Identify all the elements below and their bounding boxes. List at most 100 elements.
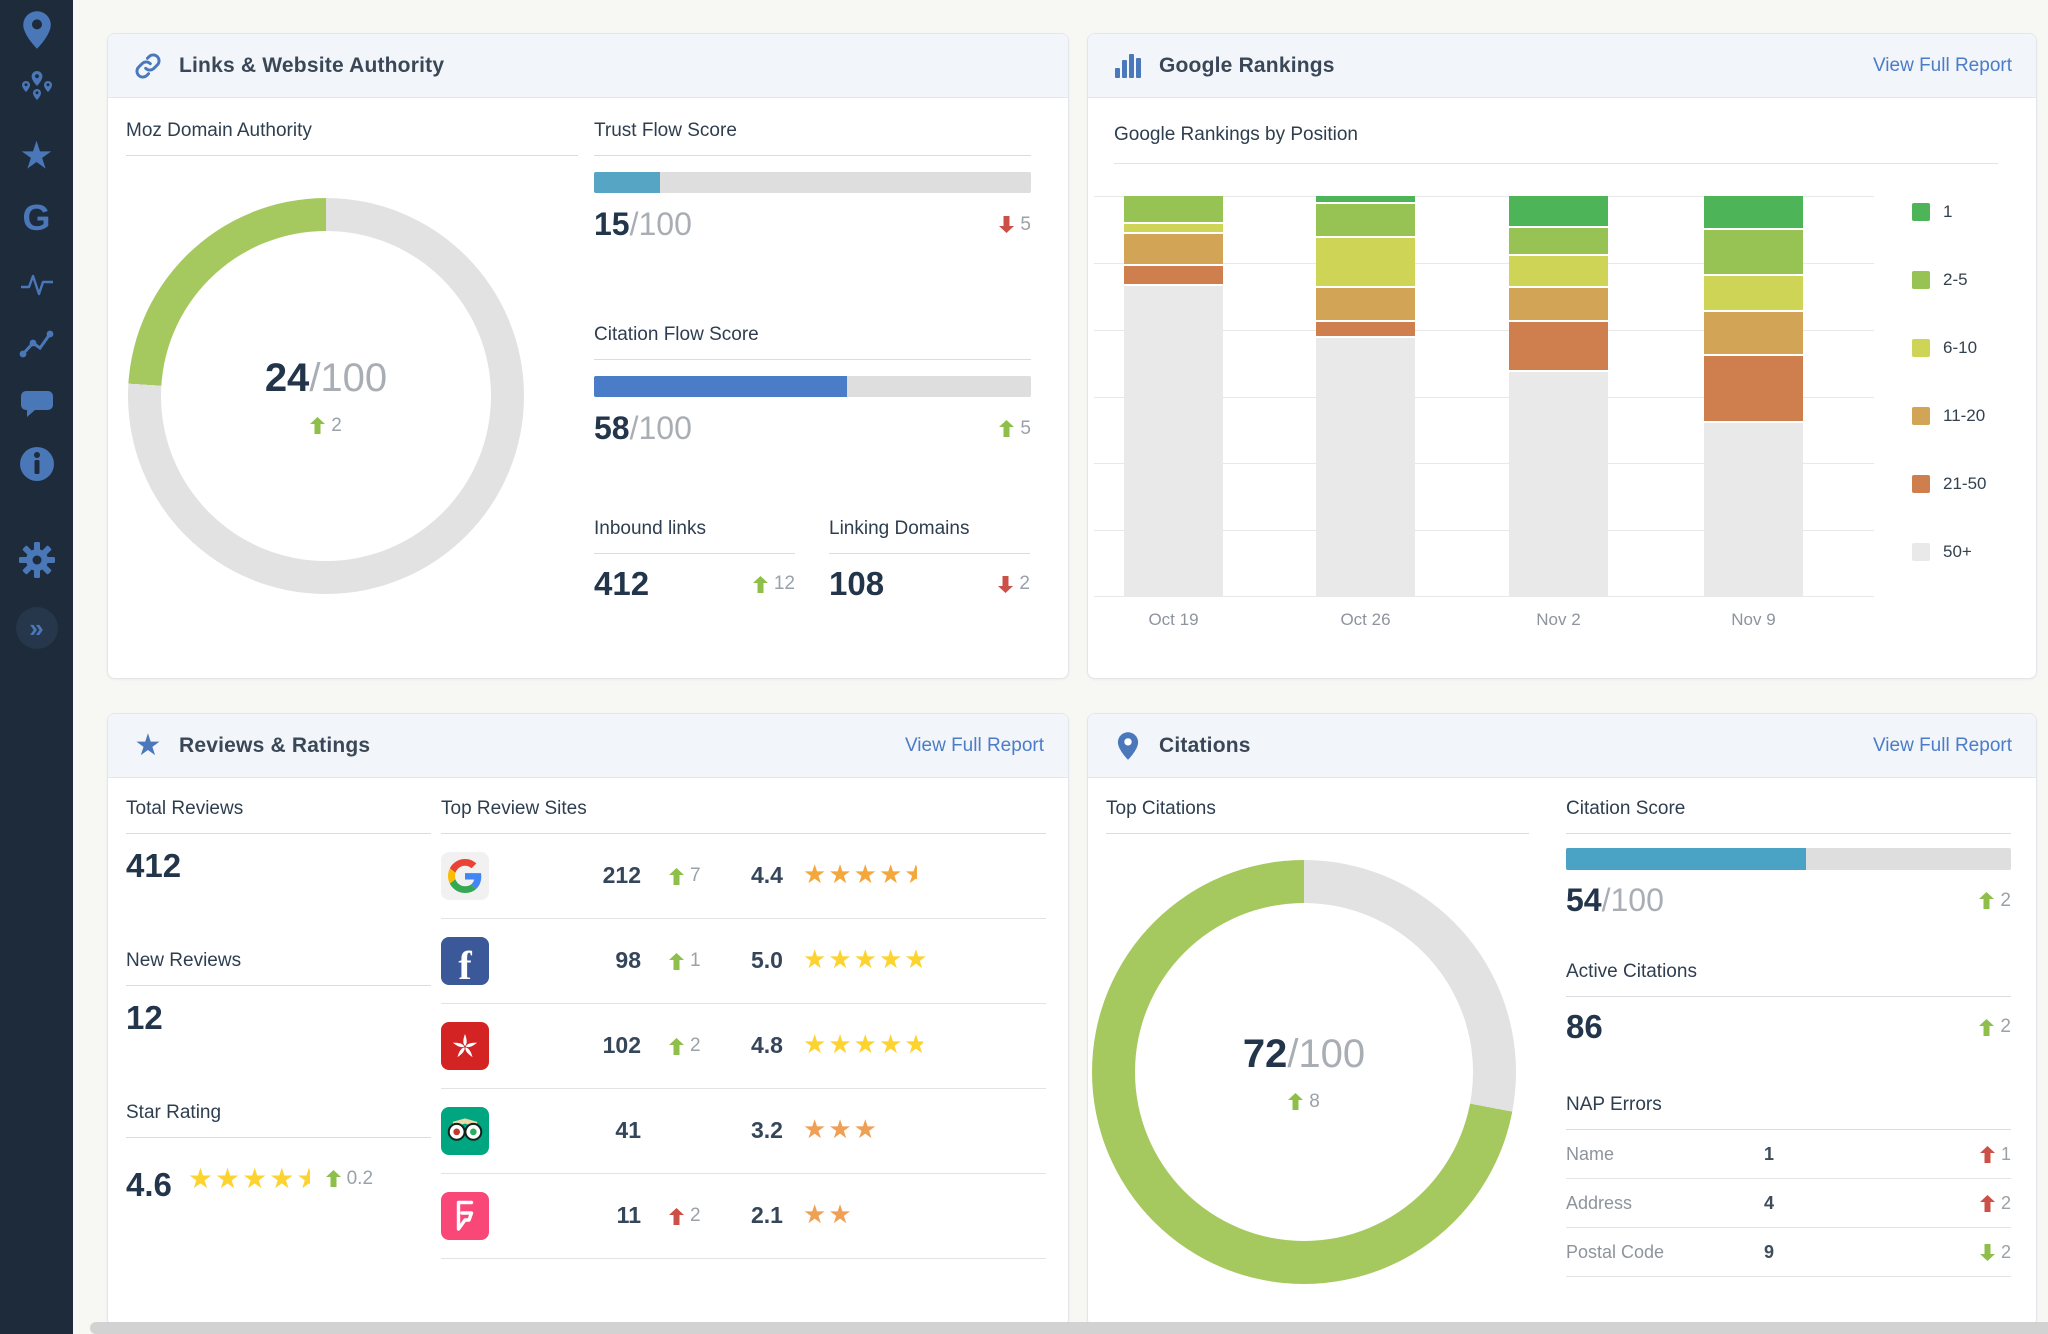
linking-domains-label: Linking Domains [829,518,1030,554]
legend-item-11-20: 11-20 [1912,406,1986,426]
moz-domain-authority-donut: 24/100 2 [128,198,524,594]
review-site-row-google[interactable]: 212 7 4.4 ★★★★★ [441,834,1046,919]
sidebar-item-map-rankings[interactable] [0,66,73,110]
new-reviews-stat: New Reviews 12 [126,950,431,1037]
sidebar-item-messages[interactable] [0,384,73,428]
review-rating: 3.2 [751,1117,783,1143]
review-rating: 5.0 [751,947,783,973]
trust-flow-block: Trust Flow Score 15/100 5 [594,120,1031,243]
review-site-row-facebook[interactable]: f 98 1 5.0 ★★★★★ [441,919,1046,1004]
sidebar-item-reviews[interactable]: ★ [0,134,73,178]
sidebar-collapse-button[interactable]: » [0,606,73,650]
bar-segment-pos-50+ [1704,422,1803,597]
panel-title: Links & Website Authority [179,53,445,77]
inbound-links-value: 412 [594,565,650,602]
review-count: 41 [615,1117,641,1143]
legend-swatch [1912,475,1930,493]
panel-citations: Citations View Full Report Top Citations… [1087,713,2037,1327]
bar-segment-pos-50+ [1316,338,1415,597]
sidebar-item-settings[interactable] [0,540,73,584]
inbound-links-label: Inbound links [594,518,795,554]
new-reviews-value: 12 [126,999,163,1036]
active-citations-delta: 2 [1979,1016,2011,1038]
foursquare-logo-icon [441,1192,489,1240]
sidebar-item-info[interactable] [0,444,73,488]
citations-view-full-report-link[interactable]: View Full Report [1873,735,2012,757]
sidebar-item-trends[interactable] [0,324,73,368]
bar-segment-pos-6-10 [1509,256,1608,289]
legend-label: 21-50 [1943,474,1987,493]
sidebar-nav: ★ G » [0,0,73,1334]
bar-segment-pos-6-10 [1316,238,1415,289]
review-site-row-yelp[interactable]: 102 2 4.8 ★★★★★ [441,1004,1046,1089]
bar-segment-pos-21-50 [1316,322,1415,339]
x-axis-label: Nov 2 [1536,610,1581,629]
sidebar-item-activity[interactable] [0,264,73,308]
citation-flow-score: 58/100 [594,410,692,446]
reviews-view-full-report-link[interactable]: View Full Report [905,735,1044,757]
bar-segment-pos-2-5 [1124,196,1223,225]
star-rating-stat: Star Rating 4.6 ★★★★★ 0.2 [126,1102,431,1204]
legend-swatch [1912,407,1930,425]
x-axis-label: Oct 19 [1148,610,1199,629]
bar-segment-pos-21-50 [1509,322,1608,373]
panel-title: Reviews & Ratings [179,733,371,757]
inbound-links-stat: Inbound links 412 12 [594,518,795,603]
top-citations-delta: 8 [1288,1091,1320,1113]
bar-segment-pos-2-5 [1704,230,1803,277]
panel-title: Citations [1159,733,1251,757]
rankings-stacked-bar-chart [1094,196,1874,597]
review-delta: 2 [669,1035,701,1057]
review-rating: 2.1 [751,1202,783,1228]
linking-domains-value: 108 [829,565,885,602]
review-rating: 4.8 [751,1032,783,1058]
review-delta: 1 [669,950,701,972]
star-rating-value: 4.6 [126,1166,172,1203]
review-count: 11 [616,1202,641,1228]
panel-links-website-authority: Links & Website Authority Moz Domain Aut… [107,33,1069,679]
nap-row-name: Name 1 1 [1566,1130,2011,1179]
horizontal-scrollbar[interactable] [90,1322,2048,1334]
bar-segment-pos-11-20 [1509,288,1608,323]
nap-name-delta: 1 [1979,1144,2011,1165]
sidebar-item-locations[interactable] [0,10,73,54]
citation-score-block: Citation Score 54/100 2 [1566,798,2011,919]
sidebar-item-google[interactable]: G [0,196,73,240]
bar-segment-pos-21-50 [1704,356,1803,423]
top-review-sites-label: Top Review Sites [441,798,1046,834]
review-stars: ★★★ [803,1114,879,1144]
bar-segment-pos-1 [1316,196,1415,205]
tripadvisor-logo-icon [441,1107,489,1155]
rankings-view-full-report-link[interactable]: View Full Report [1873,55,2012,77]
panel-google-rankings: Google Rankings View Full Report Google … [1087,33,2037,679]
google-logo-icon [441,852,489,900]
review-stars: ★★ [803,1199,854,1229]
x-axis-label: Oct 26 [1340,610,1391,629]
rankings-chart-title: Google Rankings by Position [1114,124,1998,164]
review-stars: ★★★★★ [803,944,930,974]
panel-rankings-header: Google Rankings View Full Report [1088,34,2036,98]
trust-flow-score: 15/100 [594,206,692,242]
moz-delta: 2 [310,415,342,437]
new-reviews-label: New Reviews [126,950,431,986]
link-icon [132,50,164,82]
citation-score-value: 54/100 [1566,882,1664,918]
active-citations-block: Active Citations 86 2 [1566,961,2011,1046]
legend-label: 11-20 [1943,406,1986,425]
review-site-row-foursquare[interactable]: 11 2 2.1 ★★ [441,1174,1046,1259]
bar-segment-pos-50+ [1124,286,1223,597]
legend-swatch [1912,543,1930,561]
citation-score-bar [1566,848,2011,870]
nap-row-postal-code: Postal Code 9 2 [1566,1228,2011,1277]
pulse-icon [19,269,55,304]
review-site-row-tripadvisor[interactable]: 41 3.2 ★★★ [441,1089,1046,1174]
trend-line-icon [19,328,55,365]
star-rating-label: Star Rating [126,1102,431,1138]
review-count: 98 [615,947,641,973]
inbound-links-delta: 12 [752,573,795,595]
star-icon: ★ [21,137,52,175]
location-pin-icon [22,10,52,54]
citation-score-label: Citation Score [1566,798,2011,834]
legend-item-2-5: 2-5 [1912,270,1986,290]
trust-flow-label: Trust Flow Score [594,120,1031,156]
